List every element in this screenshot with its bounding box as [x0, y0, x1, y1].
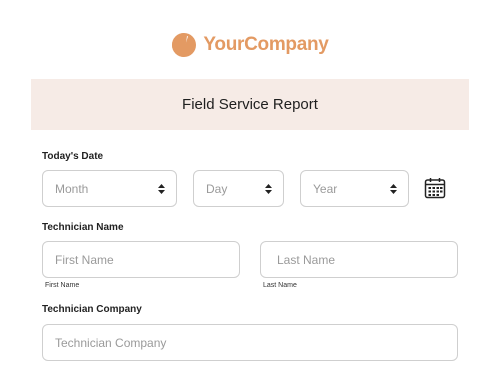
year-placeholder: Year [313, 181, 338, 196]
day-select[interactable]: Day [193, 170, 284, 207]
month-select[interactable]: Month [42, 170, 177, 207]
todays-date-label: Today's Date [42, 151, 104, 162]
select-arrows-icon [390, 184, 397, 194]
last-name-placeholder: Last Name [277, 252, 336, 267]
form-title: Field Service Report [182, 96, 318, 113]
company-logo: YourCompany [0, 30, 500, 60]
day-placeholder: Day [206, 181, 228, 196]
technician-name-label: Technician Name [42, 222, 124, 233]
technician-company-label: Technician Company [42, 304, 142, 315]
company-name: YourCompany [203, 34, 329, 55]
last-name-input[interactable]: Last Name [260, 241, 458, 278]
first-name-input[interactable]: First Name [42, 241, 240, 278]
year-select[interactable]: Year [300, 170, 409, 207]
half-circle-logo-icon [172, 33, 197, 57]
month-placeholder: Month [55, 181, 89, 196]
first-name-placeholder: First Name [55, 252, 114, 267]
select-arrows-icon [158, 184, 165, 194]
first-name-sublabel: First Name [45, 282, 80, 289]
calendar-icon[interactable] [424, 177, 446, 199]
technician-company-placeholder: Technician Company [55, 335, 167, 350]
last-name-sublabel: Last Name [263, 282, 297, 289]
form-header-banner: Field Service Report [31, 79, 469, 130]
select-arrows-icon [265, 184, 272, 194]
technician-company-input[interactable]: Technician Company [42, 324, 458, 361]
